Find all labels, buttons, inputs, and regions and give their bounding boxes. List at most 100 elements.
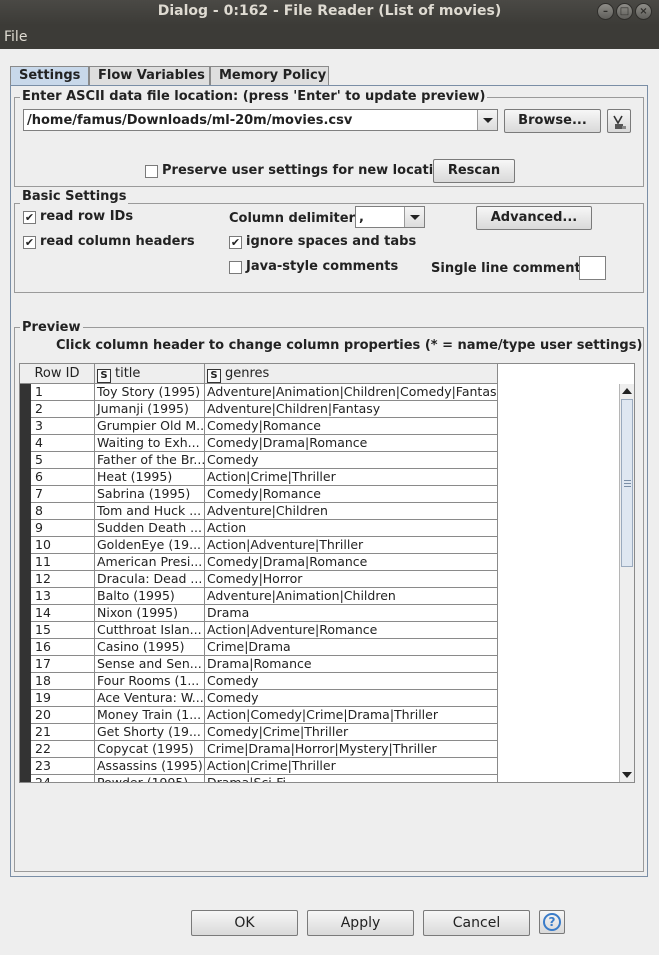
title-cell: Jumanji (1995) <box>95 401 205 418</box>
column-header-label: title <box>115 366 141 381</box>
close-icon[interactable]: × <box>635 3 652 20</box>
flow-variable-button[interactable] <box>607 109 631 133</box>
scroll-thumb[interactable] <box>621 399 633 567</box>
column-header-title[interactable]: Stitle <box>95 364 205 384</box>
row-marker <box>20 758 31 775</box>
genres-cell: Comedy|Romance <box>205 486 498 503</box>
genres-cell: Adventure|Children <box>205 503 498 520</box>
read-column-headers-checkbox[interactable]: ✔ <box>23 236 36 249</box>
row-id-cell: 23 <box>31 758 95 775</box>
table-row[interactable]: 14 Nixon (1995) Drama <box>20 605 498 622</box>
table-row[interactable]: 3 Grumpier Old M... Comedy|Romance <box>20 418 498 435</box>
table-row[interactable]: 19 Ace Ventura: W... Comedy <box>20 690 498 707</box>
java-comments-checkbox[interactable] <box>229 261 242 274</box>
preview-table[interactable]: Row ID Stitle Sgenres 1 Toy Story (1995) A… <box>19 363 635 783</box>
preserve-settings-checkbox[interactable] <box>145 165 158 178</box>
string-type-icon: S <box>207 369 221 383</box>
chevron-down-icon <box>483 118 493 123</box>
row-id-cell: 7 <box>31 486 95 503</box>
table-row[interactable]: 23 Assassins (1995) Action|Crime|Thriller <box>20 758 498 775</box>
row-marker <box>20 401 31 418</box>
row-id-cell: 1 <box>31 384 95 401</box>
menu-file[interactable]: File <box>4 29 27 45</box>
title-cell: Heat (1995) <box>95 469 205 486</box>
row-marker <box>20 775 31 782</box>
ok-button[interactable]: OK <box>191 910 298 936</box>
table-row[interactable]: 16 Casino (1995) Crime|Drama <box>20 639 498 656</box>
genres-cell: Comedy|Drama|Romance <box>205 554 498 571</box>
rescan-button[interactable]: Rescan <box>433 159 515 183</box>
row-marker <box>20 707 31 724</box>
file-location-dropdown[interactable] <box>477 110 497 130</box>
maximize-icon[interactable]: □ <box>616 3 633 20</box>
apply-button[interactable]: Apply <box>307 910 414 936</box>
row-id-cell: 11 <box>31 554 95 571</box>
row-marker <box>20 537 31 554</box>
cancel-button[interactable]: Cancel <box>423 910 530 936</box>
table-row[interactable]: 5 Father of the Br... Comedy <box>20 452 498 469</box>
column-delimiter-dropdown[interactable] <box>404 207 424 227</box>
table-row[interactable]: 12 Dracula: Dead ... Comedy|Horror <box>20 571 498 588</box>
row-id-cell: 4 <box>31 435 95 452</box>
scroll-up-icon[interactable] <box>622 388 632 394</box>
row-id-cell: 13 <box>31 588 95 605</box>
row-marker <box>20 554 31 571</box>
genres-cell: Comedy|Crime|Thriller <box>205 724 498 741</box>
table-row[interactable]: 20 Money Train (1... Action|Comedy|Crime|D… <box>20 707 498 724</box>
row-id-cell: 22 <box>31 741 95 758</box>
table-row[interactable]: 11 American Presi... Comedy|Drama|Romance <box>20 554 498 571</box>
table-row[interactable]: 9 Sudden Death ... Action <box>20 520 498 537</box>
tab-memory-policy[interactable]: Memory Policy <box>210 66 329 86</box>
table-row[interactable]: 7 Sabrina (1995) Comedy|Romance <box>20 486 498 503</box>
tab-settings[interactable]: Settings <box>10 66 89 86</box>
table-row[interactable]: 1 Toy Story (1995) Adventure|Animation|Chi… <box>20 384 498 401</box>
scroll-down-icon[interactable] <box>622 772 632 778</box>
chevron-down-icon <box>410 215 420 220</box>
help-button[interactable]: ? <box>539 910 565 934</box>
table-row[interactable]: 13 Balto (1995) Adventure|Animation|Childr… <box>20 588 498 605</box>
table-row[interactable]: 15 Cutthroat Islan... Action|Adventure|Rom… <box>20 622 498 639</box>
read-row-ids-checkbox[interactable]: ✔ <box>23 211 36 224</box>
table-row[interactable]: 17 Sense and Sen... Drama|Romance <box>20 656 498 673</box>
title-cell: Money Train (1... <box>95 707 205 724</box>
row-marker <box>20 622 31 639</box>
advanced-button[interactable]: Advanced... <box>476 206 592 230</box>
file-location-combo[interactable]: /home/famus/Downloads/ml-20m/movies.csv <box>23 109 498 131</box>
table-row[interactable]: 10 GoldenEye (19... Action|Adventure|Thril… <box>20 537 498 554</box>
genres-cell: Action|Comedy|Crime|Drama|Thriller <box>205 707 498 724</box>
row-marker <box>20 571 31 588</box>
table-row[interactable]: 4 Waiting to Exh... Comedy|Drama|Romance <box>20 435 498 452</box>
column-delimiter-combo[interactable]: , <box>355 206 425 228</box>
genres-cell: Crime|Drama|Horror|Mystery|Thriller <box>205 741 498 758</box>
row-id-cell: 8 <box>31 503 95 520</box>
minimize-icon[interactable]: – <box>597 3 614 20</box>
title-cell: Assassins (1995) <box>95 758 205 775</box>
row-id-cell: 19 <box>31 690 95 707</box>
file-path-value[interactable]: /home/famus/Downloads/ml-20m/movies.csv <box>27 113 352 128</box>
vertical-scrollbar[interactable] <box>619 384 634 782</box>
ignore-spaces-checkbox[interactable]: ✔ <box>229 236 242 249</box>
title-cell: Copycat (1995) <box>95 741 205 758</box>
browse-button[interactable]: Browse... <box>504 109 601 133</box>
genres-cell: Drama <box>205 605 498 622</box>
row-id-cell: 18 <box>31 673 95 690</box>
table-row[interactable]: 18 Four Rooms (1... Comedy <box>20 673 498 690</box>
grip-line <box>624 486 631 487</box>
row-marker <box>20 605 31 622</box>
single-line-comment-input[interactable] <box>579 256 606 280</box>
row-marker <box>20 673 31 690</box>
row-marker <box>20 724 31 741</box>
table-row[interactable]: 2 Jumanji (1995) Adventure|Children|Fantas… <box>20 401 498 418</box>
basic-settings-title: Basic Settings <box>20 189 129 204</box>
table-row[interactable]: 21 Get Shorty (19... Comedy|Crime|Thriller <box>20 724 498 741</box>
column-delimiter-value[interactable]: , <box>359 210 364 225</box>
table-row[interactable]: 22 Copycat (1995) Crime|Drama|Horror|Myste… <box>20 741 498 758</box>
table-row[interactable]: 6 Heat (1995) Action|Crime|Thriller <box>20 469 498 486</box>
ignore-spaces-label: ignore spaces and tabs <box>246 234 417 249</box>
table-row[interactable]: 24 Powder (1995) Drama|Sci-Fi <box>20 775 498 782</box>
column-header-row-id[interactable]: Row ID <box>20 364 95 384</box>
column-delimiter-label: Column delimiter: <box>229 211 361 226</box>
column-header-genres[interactable]: Sgenres <box>205 364 498 384</box>
table-row[interactable]: 8 Tom and Huck ... Adventure|Children <box>20 503 498 520</box>
tab-flow-variables[interactable]: Flow Variables <box>89 66 210 86</box>
